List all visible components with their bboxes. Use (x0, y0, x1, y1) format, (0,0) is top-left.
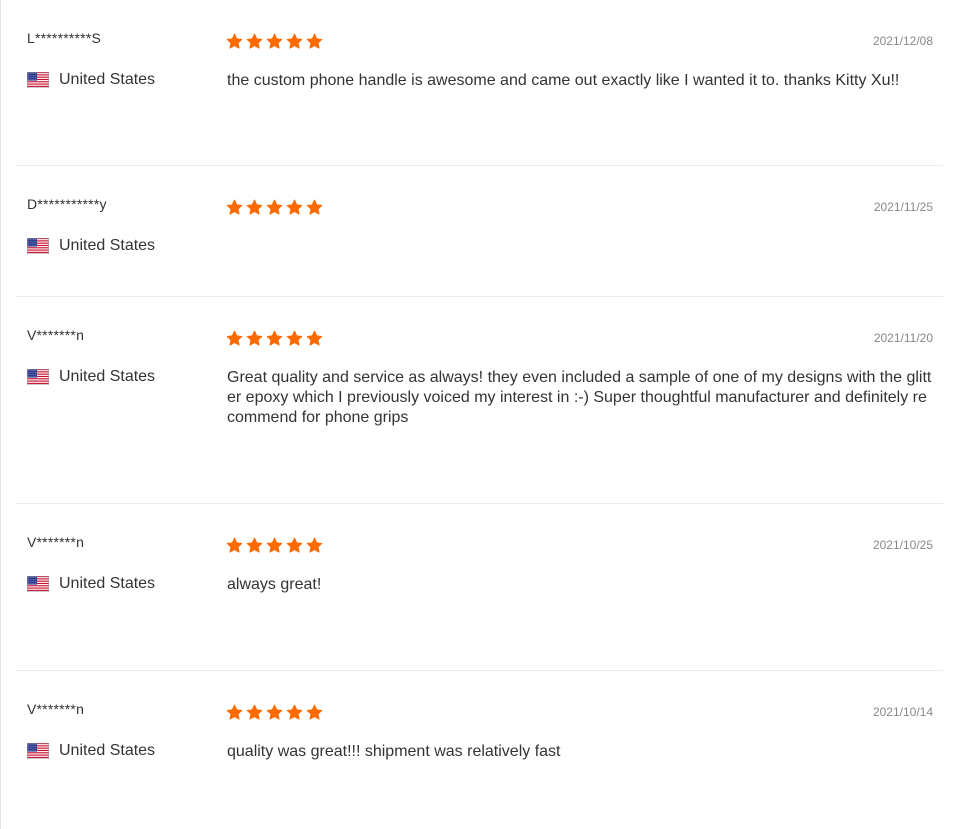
star-icon (246, 199, 263, 215)
star-icon (306, 199, 323, 215)
star-icon (246, 537, 263, 553)
star-icon (226, 330, 243, 346)
buyer-name: V*******n (27, 534, 85, 550)
star-rating (226, 704, 326, 721)
star-icon (226, 199, 243, 215)
us-flag-icon (27, 743, 49, 759)
star-icon (226, 704, 243, 720)
review-text: Great quality and service as always! the… (227, 369, 932, 426)
buyer-name: L**********S (27, 30, 102, 46)
review-text: quality was great!!! shipment was relati… (227, 743, 561, 760)
star-icon (286, 537, 303, 553)
buyer-name: D***********y (27, 196, 107, 212)
review-item: V*******n United States 2021/10/14 quali… (16, 671, 943, 829)
star-icon (306, 330, 323, 346)
review-date: 2021/11/25 (873, 200, 933, 214)
star-icon (266, 33, 283, 49)
star-icon (286, 33, 303, 49)
buyer-name: V*******n (27, 327, 85, 343)
buyer-country: United States (27, 71, 155, 89)
review-text: always great! (227, 576, 322, 593)
star-icon (246, 704, 263, 720)
star-icon (306, 704, 323, 720)
country-name: United States (59, 742, 156, 759)
us-flag-icon (27, 238, 49, 254)
review-date: 2021/10/14 (872, 705, 933, 719)
star-icon (266, 537, 283, 553)
star-icon (306, 537, 323, 553)
buyer-country: United States (27, 368, 155, 386)
star-icon (266, 704, 283, 720)
buyer-country: United States (27, 742, 155, 760)
star-rating (226, 537, 326, 554)
review-item: L**********S United States 2021/12/08 th… (16, 0, 943, 166)
star-icon (286, 704, 303, 720)
star-icon (246, 330, 263, 346)
review-item: D***********y United States 2021/11/25 (16, 166, 943, 297)
star-rating (226, 33, 326, 50)
buyer-country: United States (27, 237, 155, 255)
review-date: 2021/11/20 (873, 331, 933, 345)
left-border (0, 0, 1, 829)
star-icon (266, 330, 283, 346)
star-icon (306, 33, 323, 49)
star-icon (286, 199, 303, 215)
country-name: United States (59, 237, 156, 254)
us-flag-icon (27, 576, 49, 592)
buyer-country: United States (27, 575, 155, 593)
review-item: V*******n United States 2021/10/25 alway… (16, 504, 943, 671)
star-rating (226, 330, 326, 347)
review-item: V*******n United States 2021/11/20 Great… (16, 297, 943, 504)
star-icon (226, 33, 243, 49)
us-flag-icon (27, 72, 49, 88)
us-flag-icon (27, 369, 49, 385)
country-name: United States (59, 575, 156, 592)
star-icon (286, 330, 303, 346)
buyer-name: V*******n (27, 701, 85, 717)
star-icon (246, 33, 263, 49)
review-date: 2021/12/08 (872, 34, 933, 48)
country-name: United States (59, 71, 156, 88)
star-icon (266, 199, 283, 215)
review-text: the custom phone handle is awesome and c… (227, 72, 900, 89)
country-name: United States (59, 368, 156, 385)
star-icon (226, 537, 243, 553)
review-list: L**********S United States 2021/12/08 th… (16, 0, 943, 829)
star-rating (226, 199, 326, 216)
review-date: 2021/10/25 (872, 538, 933, 552)
